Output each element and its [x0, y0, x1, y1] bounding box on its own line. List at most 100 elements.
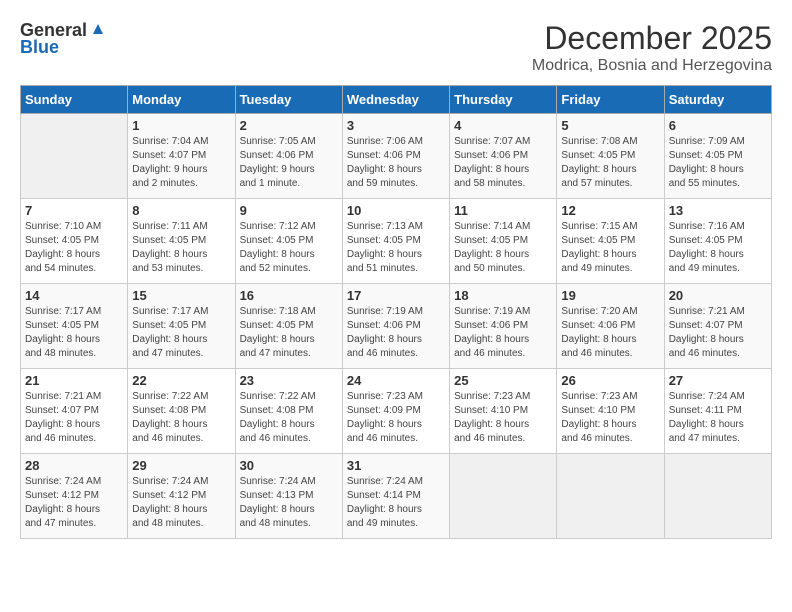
calendar-cell: 12 Sunrise: 7:15 AM Sunset: 4:05 PM Dayli…	[557, 199, 664, 284]
day-number: 30	[240, 458, 338, 473]
day-info: Sunrise: 7:19 AM Sunset: 4:06 PM Dayligh…	[454, 305, 552, 361]
calendar-cell: 22 Sunrise: 7:22 AM Sunset: 4:08 PM Dayli…	[128, 369, 235, 454]
calendar-cell: 5 Sunrise: 7:08 AM Sunset: 4:05 PM Daylig…	[557, 114, 664, 199]
calendar-cell: 7 Sunrise: 7:10 AM Sunset: 4:05 PM Daylig…	[21, 199, 128, 284]
calendar-cell: 1 Sunrise: 7:04 AM Sunset: 4:07 PM Daylig…	[128, 114, 235, 199]
calendar-cell: 30 Sunrise: 7:24 AM Sunset: 4:13 PM Dayli…	[235, 454, 342, 539]
day-number: 20	[669, 288, 767, 303]
day-info: Sunrise: 7:23 AM Sunset: 4:10 PM Dayligh…	[454, 390, 552, 446]
day-number: 14	[25, 288, 123, 303]
day-number: 7	[25, 203, 123, 218]
day-number: 8	[132, 203, 230, 218]
day-info: Sunrise: 7:21 AM Sunset: 4:07 PM Dayligh…	[25, 390, 123, 446]
calendar-week-row: 14 Sunrise: 7:17 AM Sunset: 4:05 PM Dayli…	[21, 284, 772, 369]
calendar-cell	[21, 114, 128, 199]
day-number: 6	[669, 118, 767, 133]
calendar-cell: 14 Sunrise: 7:17 AM Sunset: 4:05 PM Dayli…	[21, 284, 128, 369]
title-section: December 2025 Modrica, Bosnia and Herzeg…	[532, 20, 772, 75]
day-number: 10	[347, 203, 445, 218]
day-number: 1	[132, 118, 230, 133]
day-info: Sunrise: 7:11 AM Sunset: 4:05 PM Dayligh…	[132, 220, 230, 276]
calendar-cell: 15 Sunrise: 7:17 AM Sunset: 4:05 PM Dayli…	[128, 284, 235, 369]
day-number: 2	[240, 118, 338, 133]
logo-icon	[89, 20, 107, 38]
day-info: Sunrise: 7:10 AM Sunset: 4:05 PM Dayligh…	[25, 220, 123, 276]
calendar-cell: 29Sunrise: 7:24 AM Sunset: 4:12 PM Dayli…	[128, 454, 235, 539]
day-info: Sunrise: 7:24 AM Sunset: 4:13 PM Dayligh…	[240, 475, 338, 531]
calendar-cell: 23Sunrise: 7:22 AM Sunset: 4:08 PM Dayli…	[235, 369, 342, 454]
day-info: Sunrise: 7:09 AM Sunset: 4:05 PM Dayligh…	[669, 135, 767, 191]
day-info: Sunrise: 7:04 AM Sunset: 4:07 PM Dayligh…	[132, 135, 230, 191]
calendar-cell: 27 Sunrise: 7:24 AM Sunset: 4:11 PM Dayli…	[664, 369, 771, 454]
day-number: 18	[454, 288, 552, 303]
calendar-week-row: 1 Sunrise: 7:04 AM Sunset: 4:07 PM Daylig…	[21, 114, 772, 199]
day-number: 26	[561, 373, 659, 388]
weekday-header-thursday: Thursday	[450, 86, 557, 114]
day-info: Sunrise: 7:22 AM Sunset: 4:08 PM Dayligh…	[240, 390, 338, 446]
day-info: Sunrise: 7:12 AM Sunset: 4:05 PM Dayligh…	[240, 220, 338, 276]
calendar-cell	[664, 454, 771, 539]
day-number: 15	[132, 288, 230, 303]
calendar-week-row: 21 Sunrise: 7:21 AM Sunset: 4:07 PM Dayli…	[21, 369, 772, 454]
day-number: 29	[132, 458, 230, 473]
day-info: Sunrise: 7:18 AM Sunset: 4:05 PM Dayligh…	[240, 305, 338, 361]
calendar-cell: 2Sunrise: 7:05 AM Sunset: 4:06 PM Daylig…	[235, 114, 342, 199]
calendar-cell: 13 Sunrise: 7:16 AM Sunset: 4:05 PM Dayli…	[664, 199, 771, 284]
day-number: 4	[454, 118, 552, 133]
weekday-header-row: SundayMondayTuesdayWednesdayThursdayFrid…	[21, 86, 772, 114]
weekday-header-saturday: Saturday	[664, 86, 771, 114]
weekday-header-monday: Monday	[128, 86, 235, 114]
day-info: Sunrise: 7:24 AM Sunset: 4:11 PM Dayligh…	[669, 390, 767, 446]
day-info: Sunrise: 7:14 AM Sunset: 4:05 PM Dayligh…	[454, 220, 552, 276]
day-info: Sunrise: 7:06 AM Sunset: 4:06 PM Dayligh…	[347, 135, 445, 191]
location-title: Modrica, Bosnia and Herzegovina	[532, 57, 772, 75]
weekday-header-wednesday: Wednesday	[342, 86, 449, 114]
calendar-cell: 16Sunrise: 7:18 AM Sunset: 4:05 PM Dayli…	[235, 284, 342, 369]
day-info: Sunrise: 7:22 AM Sunset: 4:08 PM Dayligh…	[132, 390, 230, 446]
day-number: 9	[240, 203, 338, 218]
day-info: Sunrise: 7:15 AM Sunset: 4:05 PM Dayligh…	[561, 220, 659, 276]
day-info: Sunrise: 7:17 AM Sunset: 4:05 PM Dayligh…	[25, 305, 123, 361]
day-info: Sunrise: 7:23 AM Sunset: 4:09 PM Dayligh…	[347, 390, 445, 446]
day-number: 5	[561, 118, 659, 133]
calendar-cell: 17 Sunrise: 7:19 AM Sunset: 4:06 PM Dayli…	[342, 284, 449, 369]
calendar-cell: 25Sunrise: 7:23 AM Sunset: 4:10 PM Dayli…	[450, 369, 557, 454]
day-info: Sunrise: 7:23 AM Sunset: 4:10 PM Dayligh…	[561, 390, 659, 446]
day-number: 24	[347, 373, 445, 388]
day-number: 13	[669, 203, 767, 218]
calendar-cell: 28Sunrise: 7:24 AM Sunset: 4:12 PM Dayli…	[21, 454, 128, 539]
calendar-cell	[450, 454, 557, 539]
day-number: 31	[347, 458, 445, 473]
calendar-cell: 4 Sunrise: 7:07 AM Sunset: 4:06 PM Daylig…	[450, 114, 557, 199]
day-number: 12	[561, 203, 659, 218]
calendar-cell: 24 Sunrise: 7:23 AM Sunset: 4:09 PM Dayli…	[342, 369, 449, 454]
day-number: 27	[669, 373, 767, 388]
calendar-cell: 31 Sunrise: 7:24 AM Sunset: 4:14 PM Dayli…	[342, 454, 449, 539]
calendar-cell	[557, 454, 664, 539]
calendar-week-row: 28Sunrise: 7:24 AM Sunset: 4:12 PM Dayli…	[21, 454, 772, 539]
calendar-cell: 3 Sunrise: 7:06 AM Sunset: 4:06 PM Daylig…	[342, 114, 449, 199]
calendar-cell: 8 Sunrise: 7:11 AM Sunset: 4:05 PM Daylig…	[128, 199, 235, 284]
calendar-cell: 10Sunrise: 7:13 AM Sunset: 4:05 PM Dayli…	[342, 199, 449, 284]
logo: General Blue	[20, 20, 107, 58]
calendar-cell: 11 Sunrise: 7:14 AM Sunset: 4:05 PM Dayli…	[450, 199, 557, 284]
day-info: Sunrise: 7:16 AM Sunset: 4:05 PM Dayligh…	[669, 220, 767, 276]
calendar-week-row: 7 Sunrise: 7:10 AM Sunset: 4:05 PM Daylig…	[21, 199, 772, 284]
calendar-cell: 18 Sunrise: 7:19 AM Sunset: 4:06 PM Dayli…	[450, 284, 557, 369]
day-number: 21	[25, 373, 123, 388]
calendar-cell: 6 Sunrise: 7:09 AM Sunset: 4:05 PM Daylig…	[664, 114, 771, 199]
day-info: Sunrise: 7:07 AM Sunset: 4:06 PM Dayligh…	[454, 135, 552, 191]
calendar-cell: 19Sunrise: 7:20 AM Sunset: 4:06 PM Dayli…	[557, 284, 664, 369]
day-number: 17	[347, 288, 445, 303]
day-info: Sunrise: 7:08 AM Sunset: 4:05 PM Dayligh…	[561, 135, 659, 191]
day-info: Sunrise: 7:17 AM Sunset: 4:05 PM Dayligh…	[132, 305, 230, 361]
day-info: Sunrise: 7:24 AM Sunset: 4:12 PM Dayligh…	[25, 475, 123, 531]
weekday-header-friday: Friday	[557, 86, 664, 114]
day-info: Sunrise: 7:24 AM Sunset: 4:14 PM Dayligh…	[347, 475, 445, 531]
calendar-cell: 9 Sunrise: 7:12 AM Sunset: 4:05 PM Daylig…	[235, 199, 342, 284]
day-info: Sunrise: 7:19 AM Sunset: 4:06 PM Dayligh…	[347, 305, 445, 361]
day-number: 3	[347, 118, 445, 133]
logo-blue-text: Blue	[20, 37, 59, 58]
day-number: 22	[132, 373, 230, 388]
day-number: 11	[454, 203, 552, 218]
